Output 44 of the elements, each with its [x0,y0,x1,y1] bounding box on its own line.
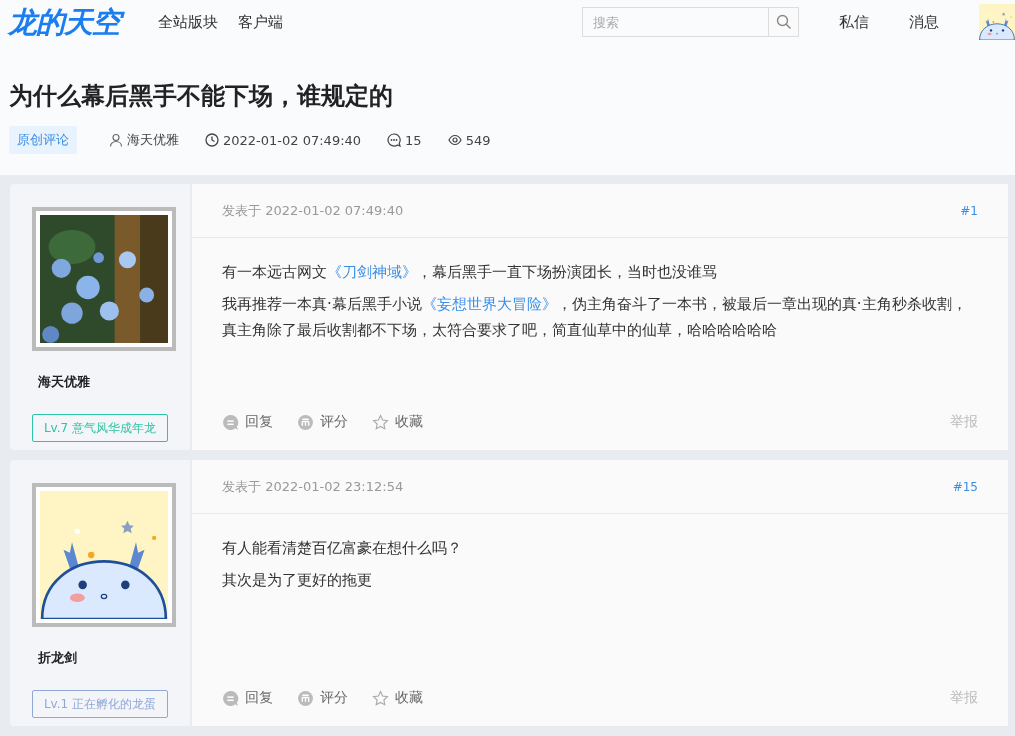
coin-icon [297,413,314,431]
rate-button[interactable]: 评分 [297,413,348,431]
post-time: 2022-01-02 07:49:40 [223,132,362,148]
chat-bubble-icon [222,413,239,431]
view-count: 549 [465,132,491,148]
header-link[interactable]: 私信 [839,12,869,32]
clock-icon [205,133,219,147]
level-badge: Lv.7 意气风华成年龙 [32,414,168,442]
eye-icon [447,133,462,147]
nav-link[interactable]: 客户端 [238,12,283,32]
reply-button[interactable]: 回复 [222,689,273,707]
book-link[interactable]: 《刀剑神域》 [327,263,417,281]
book-link[interactable]: 《妄想世界大冒险》 [421,295,557,313]
chat-bubble-icon [222,689,239,707]
header-link[interactable]: 消息 [909,12,939,32]
nav-link[interactable]: 全站版块 [158,12,218,32]
star-icon [372,413,389,431]
comment-icon [387,133,402,147]
user-icon [109,133,123,147]
post-text: 有人能看清楚百亿富豪在想什么吗？ [222,538,463,559]
post-text: 有一本远古网文《刀剑神域》，幕后黑手一直下场扮演团长，当时也没谁骂 [222,262,718,283]
post-text: 其次是为了更好的拖更 [222,570,373,591]
star-icon [372,689,389,707]
favorite-button[interactable]: 收藏 [372,689,423,707]
search-button[interactable] [768,7,799,37]
thread-title: 为什么幕后黑手不能下场，谁规定的 [9,81,394,112]
reply-count: 15 [405,132,422,148]
reply-button[interactable]: 回复 [222,413,273,431]
floor-number[interactable]: #15 [952,479,978,494]
site-logo[interactable]: 龙的天空 [8,3,126,41]
floor-number[interactable]: #1 [960,203,978,218]
post-date: 发表于 2022-01-02 23:12:54 [222,477,404,496]
category-tag[interactable]: 原创评论 [9,126,77,154]
favorite-button[interactable]: 收藏 [372,413,423,431]
rate-button[interactable]: 评分 [297,689,348,707]
search-icon [775,14,792,30]
coin-icon [297,689,314,707]
post-text: 我再推荐一本真·幕后黑手小说《妄想世界大冒险》，伪主角奋斗了一本书，被最后一章出现的真·主角秒杀收割，真主角除了最后收割都不下场，太符合要求了吧，简直仙草中的仙草，哈哈哈哈哈哈 [222,294,968,341]
level-badge: Lv.1 正在孵化的龙蛋 [32,690,168,718]
username[interactable]: 海天优雅 [38,373,190,391]
author-name[interactable]: 海天优雅 [127,131,179,149]
username[interactable]: 折龙剑 [38,649,190,667]
search-field[interactable]: 搜索 [582,7,768,37]
post-date: 发表于 2022-01-02 07:49:40 [222,201,404,220]
